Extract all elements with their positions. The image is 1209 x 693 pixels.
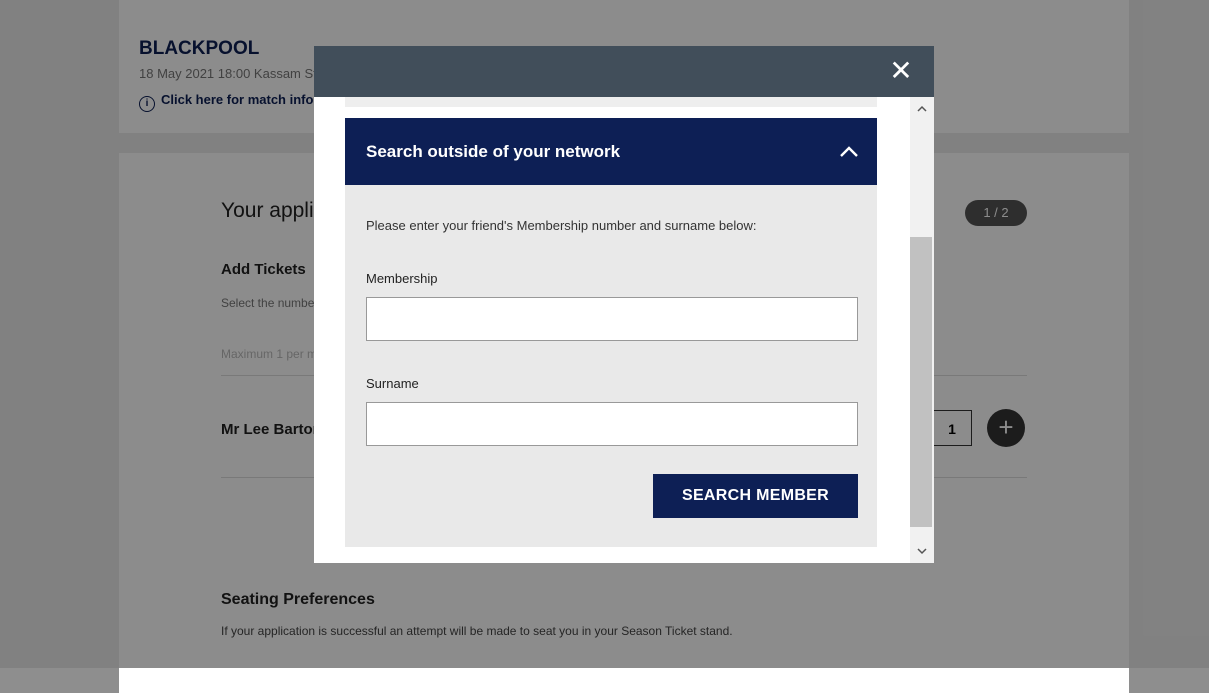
search-member-button[interactable]: SEARCH MEMBER [653, 474, 858, 518]
scroll-up-icon[interactable] [916, 103, 928, 115]
close-button[interactable]: ✕ [886, 56, 916, 86]
membership-label: Membership [366, 271, 438, 286]
accordion-title: Search outside of your network [366, 142, 621, 161]
modal-header: ✕ [314, 46, 934, 97]
surname-label: Surname [366, 376, 419, 391]
scroll-thumb[interactable] [910, 237, 932, 527]
previous-section [345, 97, 877, 107]
chevron-up-icon [840, 146, 858, 157]
close-icon: ✕ [889, 55, 913, 86]
search-member-modal: ✕ Search outside of your network Please … [314, 46, 934, 563]
modal-scrollbar[interactable] [910, 97, 934, 563]
search-outside-accordion-header[interactable]: Search outside of your network [345, 118, 877, 185]
scroll-down-icon[interactable] [916, 545, 928, 557]
accordion-body: Please enter your friend's Membership nu… [345, 185, 877, 547]
surname-input[interactable] [366, 402, 858, 446]
instruction-text: Please enter your friend's Membership nu… [366, 218, 757, 233]
modal-body: Search outside of your network Please en… [314, 97, 910, 563]
membership-input[interactable] [366, 297, 858, 341]
